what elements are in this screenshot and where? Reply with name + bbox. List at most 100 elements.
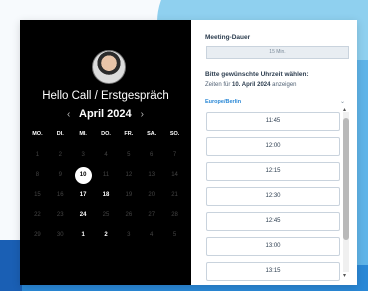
time-slot-button[interactable]: 13:00: [206, 237, 340, 256]
calendar-day: 26: [117, 205, 140, 225]
calendar-day-number: 13: [148, 172, 156, 178]
scroll-down-icon[interactable]: ▾: [343, 272, 346, 279]
calendar-day-number: 1: [35, 152, 40, 158]
calendar-day-number: 16: [56, 192, 64, 198]
calendar-day[interactable]: 17: [72, 185, 95, 205]
avatar: [92, 50, 126, 84]
calendar-day-number: 28: [171, 212, 178, 218]
calendar-day-number: 3: [81, 152, 85, 158]
chevron-left-icon[interactable]: ‹: [61, 109, 76, 120]
calendar-day: 8: [26, 165, 49, 185]
calendar-day-number: 30: [56, 232, 64, 238]
calendar-day-number: 21: [171, 192, 178, 198]
weekday-label: DI.: [56, 131, 64, 137]
calendar-day-number: 4: [104, 152, 108, 158]
meeting-title: Hello Call / Erstgespräch: [42, 90, 169, 102]
calendar-day[interactable]: 2: [95, 225, 118, 245]
scrollbar-thumb[interactable]: [343, 118, 349, 240]
time-slot-button[interactable]: 12:15: [206, 162, 340, 181]
calendar-day-number: 26: [125, 212, 133, 218]
calendar-day: 28: [163, 205, 186, 225]
calendar-day-number: 11: [102, 172, 110, 178]
calendar-day: 5: [117, 145, 140, 165]
time-slot-button[interactable]: 12:45: [206, 212, 340, 231]
time-slot-list: 11:45 12:00 12:15 12:30 12:45 13:00 13:15: [206, 112, 340, 285]
times-info: Zeiten für 10. April 2024 anzeigen: [205, 82, 297, 88]
calendar-day: 16: [49, 185, 72, 205]
calendar-day[interactable]: 1: [72, 225, 95, 245]
calendar-day: 15: [26, 185, 49, 205]
calendar-day: 3: [72, 145, 95, 165]
calendar-days: 1 2 3 4 5 6 7 8 9 10 11 12 13 14 15 16 17 18 19 20 21 22 23 24 2…: [26, 145, 186, 245]
calendar-day-number: 25: [102, 212, 110, 218]
calendar-day: 6: [140, 145, 163, 165]
calendar-day-number: 8: [35, 172, 40, 178]
calendar-day-number: 7: [172, 152, 177, 158]
calendar-day: 14: [163, 165, 186, 185]
calendar-day[interactable]: 24: [72, 205, 95, 225]
calendar-day: 22: [26, 205, 49, 225]
calendar-day: 4: [95, 145, 118, 165]
time-panel: Meeting-Dauer 15 Min. Bitte gewünschte U…: [200, 20, 357, 285]
calendar-day: 12: [117, 165, 140, 185]
calendar-day: 9: [49, 165, 72, 185]
calendar-day-number: 9: [58, 172, 62, 178]
times-info-date: 10. April 2024: [232, 82, 271, 88]
calendar-day: 30: [49, 225, 72, 245]
times-info-suffix: anzeigen: [270, 82, 297, 88]
calendar-day-number: 5: [127, 152, 131, 158]
calendar-day-number: 27: [148, 212, 156, 218]
calendar-day-number: 24: [79, 212, 87, 218]
calendar-day-number: 29: [34, 232, 41, 238]
calendar-day: 4: [140, 225, 163, 245]
calendar-day-number: 1: [81, 232, 85, 238]
weekday-label: SA.: [147, 131, 157, 137]
calendar-day-number: 19: [125, 192, 133, 198]
calendar-day: 13: [140, 165, 163, 185]
calendar-day: 11: [95, 165, 118, 185]
weekday-label: MI.: [79, 131, 87, 137]
calendar-day: 2: [49, 145, 72, 165]
calendar-day: 25: [95, 205, 118, 225]
weekday-label: FR.: [124, 131, 134, 137]
time-slot-button[interactable]: 13:15: [206, 262, 340, 281]
calendar-day-number: 2: [58, 152, 62, 158]
calendar-day[interactable]: 18: [95, 185, 118, 205]
calendar-day-number: 20: [148, 192, 156, 198]
time-slot-button[interactable]: 12:30: [206, 187, 340, 206]
month-label: April 2024: [79, 108, 132, 120]
chevron-down-icon[interactable]: ⌄: [340, 98, 345, 105]
calendar-day: 5: [163, 225, 186, 245]
duration-select[interactable]: 15 Min.: [206, 46, 349, 59]
calendar-day-number: 10: [74, 167, 92, 184]
time-slot-button[interactable]: 11:45: [206, 112, 340, 131]
calendar-day: 21: [163, 185, 186, 205]
scrollbar[interactable]: [343, 112, 349, 272]
calendar-day-number: 3: [127, 232, 131, 238]
calendar-day-number: 5: [172, 232, 177, 238]
duration-label: Meeting-Dauer: [205, 34, 251, 41]
calendar-panel: Hello Call / Erstgespräch ‹ April 2024 ›…: [20, 20, 191, 285]
calendar-day-number: 2: [104, 232, 108, 238]
chevron-right-icon[interactable]: ›: [135, 109, 150, 120]
weekday-label: DO.: [101, 131, 111, 137]
month-navigation: ‹ April 2024 ›: [20, 108, 191, 120]
calendar-day-selected[interactable]: 10: [72, 165, 95, 185]
calendar-day: 29: [26, 225, 49, 245]
calendar-day: 7: [163, 145, 186, 165]
calendar-day: 20: [140, 185, 163, 205]
booking-widget: Hello Call / Erstgespräch ‹ April 2024 ›…: [20, 20, 357, 285]
weekday-header: MO. DI. MI. DO. FR. SA. SO.: [26, 131, 186, 137]
calendar-day-number: 23: [56, 212, 64, 218]
times-info-prefix: Zeiten für: [205, 82, 233, 88]
calendar-day-number: 6: [150, 152, 154, 158]
calendar-day: 27: [140, 205, 163, 225]
background-band-left: [0, 240, 22, 291]
calendar-day-number: 12: [125, 172, 133, 178]
calendar-day: 3: [117, 225, 140, 245]
timezone-select[interactable]: Europe/Berlin: [205, 99, 241, 105]
calendar-day: 19: [117, 185, 140, 205]
time-slot-button[interactable]: 12:00: [206, 137, 340, 156]
weekday-label: SO.: [169, 131, 180, 137]
calendar-day-number: 18: [102, 192, 110, 198]
